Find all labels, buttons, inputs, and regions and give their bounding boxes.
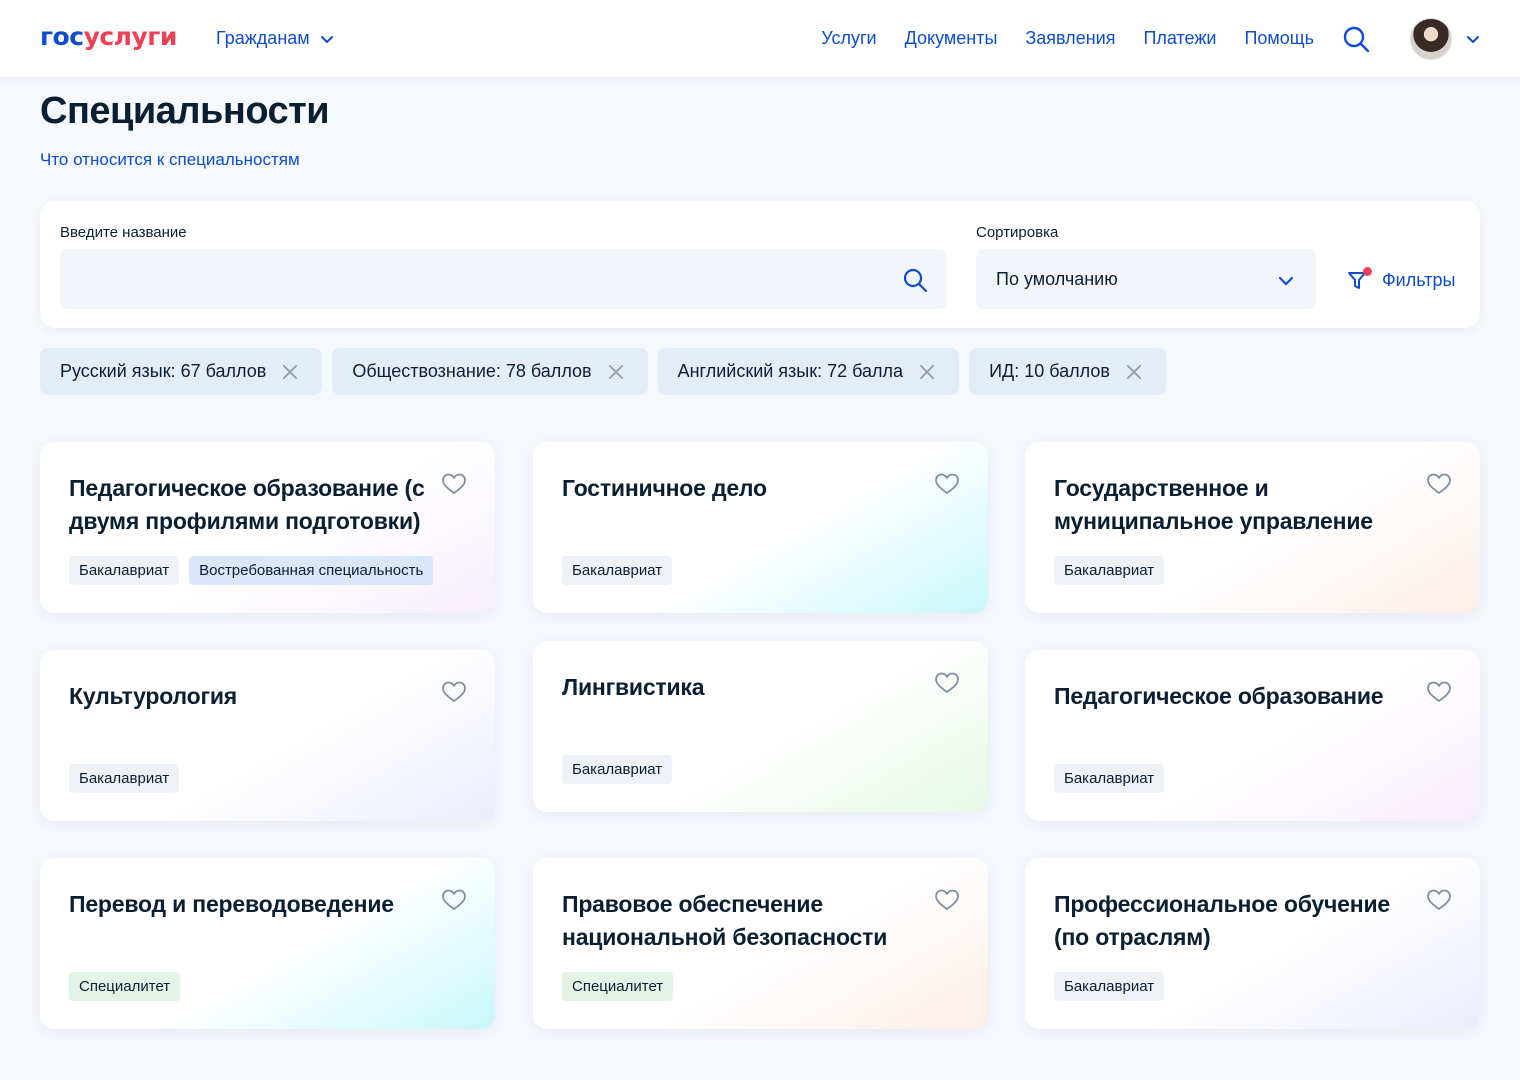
filter-chip: Английский язык: 72 балла [657, 348, 960, 395]
page-title: Специальности [40, 90, 330, 132]
search-panel: Введите название Сортировка По умолчанию… [40, 201, 1480, 328]
card-title: Педагогическое образование [1054, 683, 1384, 709]
filter-chip: ИД: 10 баллов [969, 348, 1166, 395]
tag-degree: Бакалавриат [1054, 972, 1165, 1001]
main-nav: Услуги Документы Заявления Платежи Помощ… [821, 28, 1314, 49]
chip-label: ИД: 10 баллов [989, 361, 1110, 381]
specialty-card[interactable]: Профессиональное обучение (по отраслям) … [1025, 858, 1480, 1029]
audience-label: Гражданам [216, 28, 310, 48]
filter-chip: Обществознание: 78 баллов [332, 348, 648, 395]
nav-link-services[interactable]: Услуги [821, 28, 876, 49]
header: госуслуги Гражданам Услуги Документы Зая… [0, 0, 1520, 77]
card-tags: Специалитет [69, 972, 181, 1001]
heart-icon[interactable] [934, 472, 960, 496]
active-filter-chips: Русский язык: 67 баллов Обществознание: … [40, 348, 1166, 395]
tag-in-demand: Востребованная специальность [189, 556, 434, 585]
card-tags: Бакалавриат [69, 764, 180, 793]
card-tags: Бакалавриат [1054, 764, 1165, 793]
chip-label: Русский язык: 67 баллов [60, 361, 267, 381]
card-tags: Специалитет [562, 972, 674, 1001]
heart-icon[interactable] [1426, 472, 1452, 496]
card-tags: Бакалавриат [1054, 972, 1165, 1001]
specialty-card[interactable]: Педагогическое образование (с двумя проф… [40, 442, 495, 613]
nav-link-applications[interactable]: Заявления [1025, 28, 1115, 49]
tag-degree: Специалитет [562, 972, 674, 1001]
sort-label: Сортировка [976, 224, 1059, 241]
search-input[interactable] [60, 249, 947, 309]
heart-icon[interactable] [441, 472, 467, 496]
heart-icon[interactable] [441, 888, 467, 912]
tag-degree: Бакалавриат [562, 755, 673, 784]
tag-degree: Специалитет [69, 972, 181, 1001]
chevron-down-icon[interactable] [1466, 32, 1480, 46]
close-icon[interactable] [1126, 364, 1142, 380]
search-field-label: Введите название [60, 224, 187, 241]
filters-label: Фильтры [1382, 269, 1456, 290]
nav-link-payments[interactable]: Платежи [1143, 28, 1216, 49]
card-title: Лингвистика [562, 674, 705, 700]
chevron-down-icon [1278, 276, 1294, 286]
card-title: Культурология [69, 683, 238, 709]
card-title: Профессиональное обучение (по отраслям) [1054, 891, 1390, 950]
filter-chip: Русский язык: 67 баллов [40, 348, 323, 395]
chevron-down-icon [320, 35, 333, 43]
avatar[interactable] [1410, 18, 1452, 60]
filters-active-dot [1363, 267, 1372, 276]
card-tags: Бакалавриат [1054, 556, 1165, 585]
nav-link-help[interactable]: Помощь [1244, 28, 1314, 49]
heart-icon[interactable] [441, 680, 467, 704]
specialty-card[interactable]: Лингвистика Бакалавриат [533, 641, 988, 812]
audience-dropdown[interactable]: Гражданам [216, 28, 334, 49]
gosuslugi-logo[interactable]: госуслуги [40, 22, 177, 51]
card-title: Государственное и муниципальное управлен… [1054, 475, 1373, 534]
specialty-card[interactable]: Культурология Бакалавриат [40, 650, 495, 821]
specialty-card[interactable]: Педагогическое образование Бакалавриат [1025, 650, 1480, 821]
sort-value: По умолчанию [996, 269, 1118, 289]
tag-degree: Бакалавриат [562, 556, 673, 585]
card-title: Перевод и переводоведение [69, 891, 394, 917]
tag-degree: Бакалавриат [69, 764, 180, 793]
heart-icon[interactable] [1426, 888, 1452, 912]
search-icon[interactable] [1342, 25, 1370, 53]
search-icon[interactable] [902, 267, 928, 293]
close-icon[interactable] [282, 364, 298, 380]
tag-degree: Бакалавриат [1054, 556, 1165, 585]
nav-link-documents[interactable]: Документы [905, 28, 998, 49]
tag-degree: Бакалавриат [69, 556, 180, 585]
close-icon[interactable] [919, 364, 935, 380]
heart-icon[interactable] [934, 888, 960, 912]
card-title: Педагогическое образование (с двумя проф… [69, 475, 425, 534]
about-specialties-link[interactable]: Что относится к специальностям [40, 150, 300, 170]
card-title: Правовое обеспечение национальной безопа… [562, 891, 888, 950]
specialty-card[interactable]: Гостиничное дело Бакалавриат [533, 442, 988, 613]
card-tags: Бакалавриат Востребованная специальность [69, 556, 434, 585]
specialty-card[interactable]: Перевод и переводоведение Специалитет [40, 858, 495, 1029]
specialty-card[interactable]: Государственное и муниципальное управлен… [1025, 442, 1480, 613]
filters-button[interactable]: Фильтры [1346, 267, 1455, 293]
specialty-card[interactable]: Правовое обеспечение национальной безопа… [533, 858, 988, 1029]
card-title: Гостиничное дело [562, 475, 767, 501]
heart-icon[interactable] [1426, 680, 1452, 704]
filter-icon [1346, 267, 1372, 293]
chip-label: Английский язык: 72 балла [677, 361, 904, 381]
sort-select[interactable]: По умолчанию [976, 249, 1316, 309]
close-icon[interactable] [608, 364, 624, 380]
card-tags: Бакалавриат [562, 755, 673, 784]
tag-degree: Бакалавриат [1054, 764, 1165, 793]
heart-icon[interactable] [934, 671, 960, 695]
card-tags: Бакалавриат [562, 556, 673, 585]
chip-label: Обществознание: 78 баллов [352, 361, 592, 381]
